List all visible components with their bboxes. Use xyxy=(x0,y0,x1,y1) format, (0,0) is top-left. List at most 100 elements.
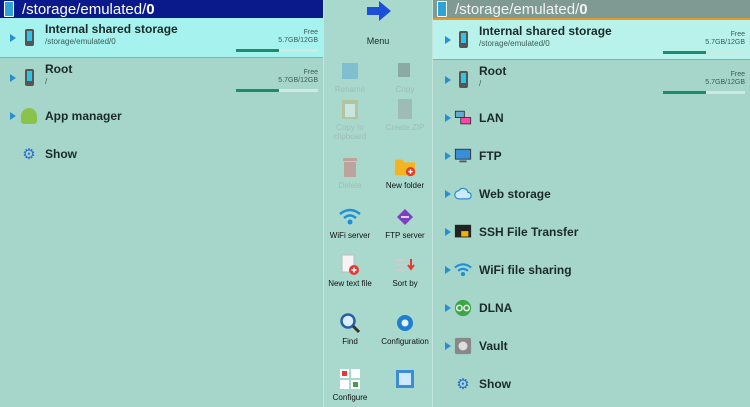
expand-arrow-icon[interactable] xyxy=(10,33,16,42)
zip-icon xyxy=(394,98,416,120)
item-label: Show xyxy=(479,377,511,391)
item-label: Root xyxy=(45,62,73,76)
storage-icon xyxy=(437,1,447,17)
item-label: WiFi file sharing xyxy=(479,263,572,277)
sort-by-button[interactable]: Sort by xyxy=(378,254,432,288)
expand-arrow-icon[interactable] xyxy=(445,152,451,160)
ftp-server-button[interactable]: FTP server xyxy=(378,206,432,240)
storage-usage-bar xyxy=(663,51,745,54)
menu-title: Menu xyxy=(366,36,390,46)
tile-label: Configure xyxy=(332,393,368,402)
new-text-file-icon xyxy=(339,254,361,276)
tile-label: FTP server xyxy=(385,231,425,240)
list-item-show[interactable]: ⚙ Show xyxy=(433,365,750,403)
create-zip-button[interactable]: Create ZIP xyxy=(378,98,432,132)
expand-arrow-icon[interactable] xyxy=(445,114,451,122)
new-folder-button[interactable]: New folder xyxy=(378,156,432,190)
expand-arrow-icon[interactable] xyxy=(445,228,451,236)
list-item-show[interactable]: ⚙ Show xyxy=(0,135,323,173)
tile-label: Rename xyxy=(334,85,366,94)
wifi-icon xyxy=(339,206,361,228)
new-text-file-button[interactable]: New text file xyxy=(323,254,377,288)
configure-grid-icon xyxy=(339,368,361,390)
tile-label: Sort by xyxy=(392,279,418,288)
free-label: Free xyxy=(303,29,318,36)
list-item-ftp[interactable]: FTP xyxy=(433,137,750,175)
sort-icon xyxy=(394,254,416,276)
tile-label: New text file xyxy=(328,279,372,288)
copy-to-clipboard-button[interactable]: Copy to clipboard xyxy=(323,98,377,141)
tile-label: Find xyxy=(342,337,358,346)
tile-label: Configuration xyxy=(381,337,429,346)
new-folder-icon xyxy=(394,156,416,178)
wifi-server-button[interactable]: WiFi server xyxy=(323,206,377,240)
phone-icon xyxy=(454,69,472,91)
tile-label: WiFi server xyxy=(329,231,371,240)
expand-arrow-icon[interactable] xyxy=(10,73,16,82)
tile-label: Delete xyxy=(338,181,362,190)
configure-button[interactable]: Configure xyxy=(323,368,377,402)
item-path: / xyxy=(45,77,48,86)
clipboard-icon xyxy=(339,98,361,120)
delete-button[interactable]: Delete xyxy=(323,156,377,190)
storage-size: 5.7GB/12GB xyxy=(705,79,745,86)
list-item-app-manager[interactable]: App manager xyxy=(0,97,323,135)
wifi-icon xyxy=(454,259,472,281)
tile-label: New folder xyxy=(385,181,425,190)
menu-panel: Menu Rename Copy Copy to clipboard Creat… xyxy=(323,0,433,407)
copy-icon xyxy=(394,60,416,82)
cloud-icon xyxy=(454,183,472,205)
list-item-wifi-sharing[interactable]: WiFi file sharing xyxy=(433,251,750,289)
find-button[interactable]: Find xyxy=(323,312,377,346)
arrow-right-icon[interactable] xyxy=(365,1,393,21)
left-pane: /storage/emulated/0 Internal shared stor… xyxy=(0,0,323,407)
item-label: FTP xyxy=(479,149,502,163)
gears-icon: ⚙ xyxy=(22,146,36,163)
storage-usage-bar xyxy=(663,91,745,94)
rename-button[interactable]: Rename xyxy=(323,60,377,94)
window-button[interactable] xyxy=(378,368,432,393)
item-label: SSH File Transfer xyxy=(479,225,579,239)
expand-arrow-icon[interactable] xyxy=(445,190,451,198)
lan-icon xyxy=(454,107,472,129)
list-item-ssh[interactable]: SSH File Transfer xyxy=(433,213,750,251)
path-current: 0 xyxy=(579,0,588,18)
monitor-icon xyxy=(454,145,472,167)
list-item-lan[interactable]: LAN xyxy=(433,99,750,137)
path-bar[interactable]: /storage/emulated/0 xyxy=(0,0,323,18)
right-pane: /storage/emulated/0 Internal shared stor… xyxy=(433,0,750,407)
divider xyxy=(323,0,324,407)
path-bar[interactable]: /storage/emulated/0 xyxy=(433,0,750,18)
expand-arrow-icon[interactable] xyxy=(445,35,451,44)
storage-size: 5.7GB/12GB xyxy=(278,77,318,84)
expand-arrow-icon[interactable] xyxy=(445,266,451,274)
phone-icon xyxy=(20,67,38,89)
list-item-vault[interactable]: Vault xyxy=(433,327,750,365)
terminal-lock-icon xyxy=(454,221,472,243)
item-label: DLNA xyxy=(479,301,513,315)
dlna-icon xyxy=(454,297,472,319)
item-path: / xyxy=(479,79,482,88)
item-label: Root xyxy=(479,64,507,78)
vault-icon xyxy=(454,335,472,357)
list-item-root[interactable]: Root / Free 5.7GB/12GB xyxy=(433,60,750,99)
configuration-button[interactable]: Configuration xyxy=(378,312,432,346)
path-prefix: /storage/emulated/ xyxy=(22,0,147,18)
expand-arrow-icon[interactable] xyxy=(445,342,451,350)
list-item-internal-storage[interactable]: Internal shared storage /storage/emulate… xyxy=(433,18,750,60)
list-item-internal-storage[interactable]: Internal shared storage /storage/emulate… xyxy=(0,18,323,58)
free-label: Free xyxy=(730,31,745,38)
item-label: App manager xyxy=(45,109,122,123)
copy-button[interactable]: Copy xyxy=(378,60,432,94)
storage-size: 5.7GB/12GB xyxy=(705,39,745,46)
rename-icon xyxy=(339,60,361,82)
expand-arrow-icon[interactable] xyxy=(445,75,451,84)
item-label: Internal shared storage xyxy=(479,24,612,38)
list-item-web-storage[interactable]: Web storage xyxy=(433,175,750,213)
expand-arrow-icon[interactable] xyxy=(445,304,451,312)
list-item-dlna[interactable]: DLNA xyxy=(433,289,750,327)
expand-arrow-icon[interactable] xyxy=(10,112,16,120)
item-label: Vault xyxy=(479,339,508,353)
list-item-root[interactable]: Root / Free 5.7GB/12GB xyxy=(0,58,323,97)
tile-label: Create ZIP xyxy=(385,123,425,132)
